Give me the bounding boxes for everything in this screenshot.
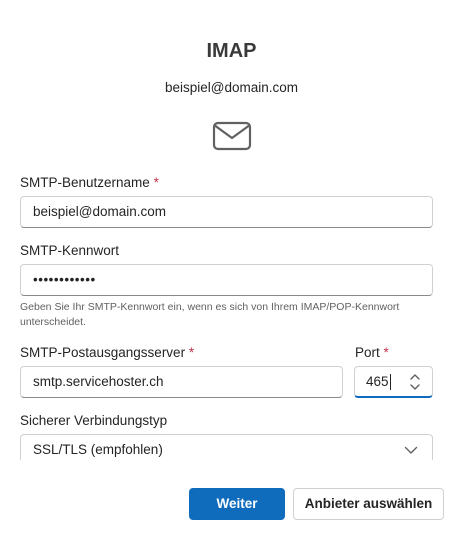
smtp-username-input[interactable]: beispiel@domain.com <box>20 196 433 228</box>
page-title: IMAP <box>206 40 257 62</box>
smtp-server-input[interactable]: smtp.servicehoster.ch <box>20 366 343 398</box>
smtp-password-input[interactable]: •••••••••••• <box>20 264 433 296</box>
password-hint: Geben Sie Ihr SMTP-Kennwort ein, wenn es… <box>20 301 400 328</box>
account-email: beispiel@domain.com <box>164 80 299 95</box>
stepper-icon[interactable] <box>408 371 422 393</box>
mail-icon <box>212 121 252 151</box>
smtp-password-label: SMTP-Kennwort <box>20 243 120 258</box>
stepper-up-icon <box>410 374 420 380</box>
required-mark: * <box>153 175 159 190</box>
choose-provider-button[interactable]: Anbieter auswählen <box>293 488 444 520</box>
stepper-down-icon <box>410 384 420 390</box>
required-mark: * <box>188 345 195 360</box>
connection-type-label: Sicherer Verbindungstyp <box>20 413 168 428</box>
text-caret <box>389 374 391 391</box>
scroll-cutoff <box>0 460 455 474</box>
required-mark: * <box>383 345 389 360</box>
smtp-server-label: SMTP-Postausgangsserver * <box>20 345 195 360</box>
port-input[interactable]: 465 <box>354 366 433 398</box>
chevron-down-icon <box>404 446 418 454</box>
continue-button[interactable]: Weiter <box>189 488 285 520</box>
port-label: Port * <box>355 345 389 360</box>
smtp-username-label: SMTP-Benutzername * <box>20 175 159 190</box>
